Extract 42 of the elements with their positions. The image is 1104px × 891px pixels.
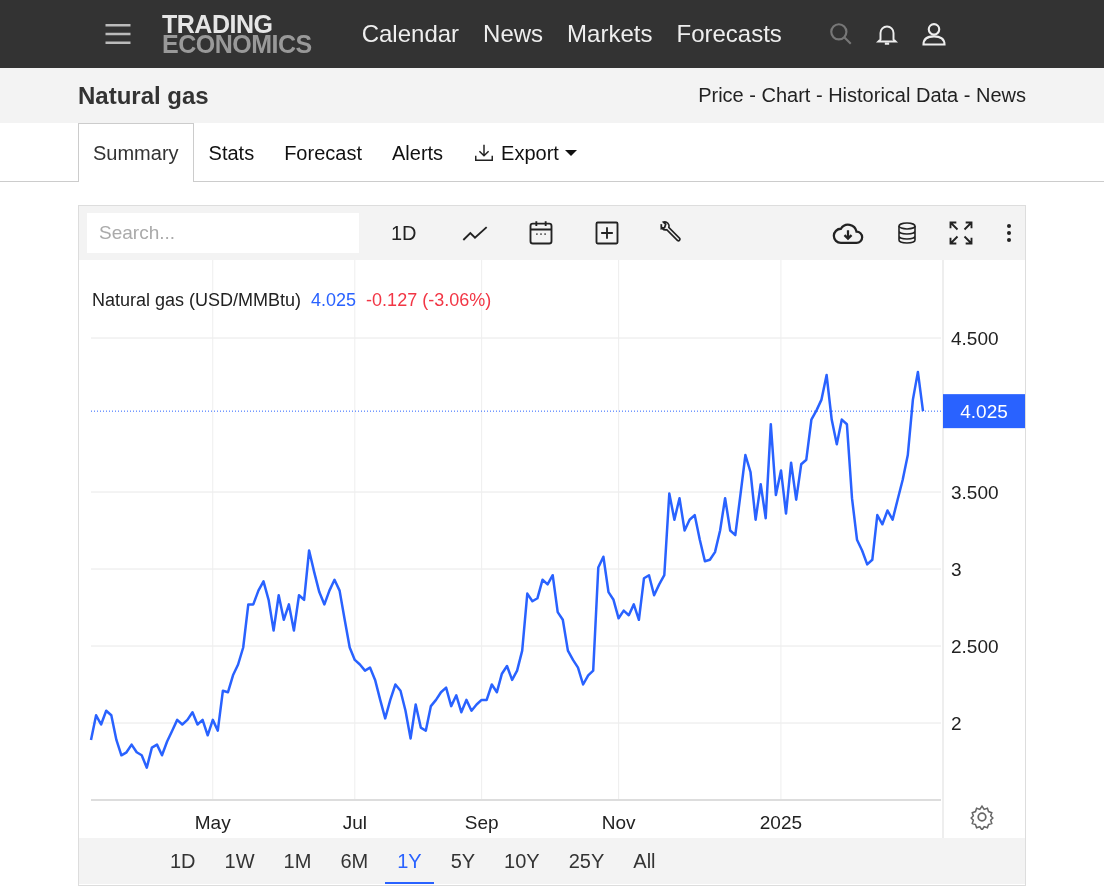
- range-tab[interactable]: All: [621, 838, 668, 884]
- x-axis-label: Nov: [601, 812, 636, 833]
- range-tab[interactable]: 1W: [212, 838, 267, 884]
- download-icon: [473, 142, 496, 164]
- range-tab[interactable]: 1Y: [385, 838, 434, 884]
- logo[interactable]: TRADING ECONOMICS: [162, 14, 312, 54]
- search-icon[interactable]: [827, 21, 854, 47]
- nav-link[interactable]: News: [483, 20, 544, 48]
- change-value: -0.127 (-3.06%): [366, 290, 492, 311]
- x-axis-label: Sep: [464, 812, 499, 833]
- y-axis-label: 2.500: [951, 636, 999, 657]
- settings-icon[interactable]: [969, 804, 995, 830]
- breadcrumb-links[interactable]: Price - Chart - Historical Data - News: [698, 84, 1026, 107]
- range-tab[interactable]: 1M: [271, 838, 324, 884]
- interval-button[interactable]: 1D: [391, 221, 417, 245]
- caret-icon: [564, 150, 577, 156]
- export-dropdown[interactable]: Export: [458, 123, 592, 182]
- x-axis-label: 2025: [759, 812, 803, 833]
- user-icon[interactable]: [919, 20, 948, 48]
- page-title: Natural gas: [78, 81, 209, 110]
- tab[interactable]: Forecast: [269, 123, 377, 182]
- y-axis-label: 3.500: [951, 482, 999, 503]
- series-name: Natural gas (USD/MMBtu): [92, 290, 302, 311]
- range-tab[interactable]: 6M: [328, 838, 381, 884]
- x-axis-label: May: [194, 812, 231, 833]
- last-value: 4.025: [311, 290, 357, 311]
- tab[interactable]: Summary: [78, 123, 194, 182]
- range-tab[interactable]: 25Y: [556, 838, 617, 884]
- x-axis-label: Jul: [342, 812, 367, 833]
- range-tab[interactable]: 1D: [158, 838, 208, 884]
- price-tag-label: 4.025: [960, 401, 1008, 423]
- nav-link[interactable]: Forecasts: [676, 20, 782, 48]
- nav-link[interactable]: Calendar: [361, 20, 460, 48]
- y-axis-label: 4.500: [951, 328, 999, 349]
- tab[interactable]: Alerts: [376, 123, 459, 182]
- range-tab[interactable]: 10Y: [492, 838, 552, 884]
- nav-link[interactable]: Markets: [567, 20, 653, 48]
- tab[interactable]: Stats: [193, 123, 270, 182]
- y-axis-label: 3: [951, 559, 962, 580]
- range-tab[interactable]: 5Y: [438, 838, 488, 884]
- y-axis-label: 2: [951, 713, 962, 734]
- search-field[interactable]: Search...: [87, 213, 359, 253]
